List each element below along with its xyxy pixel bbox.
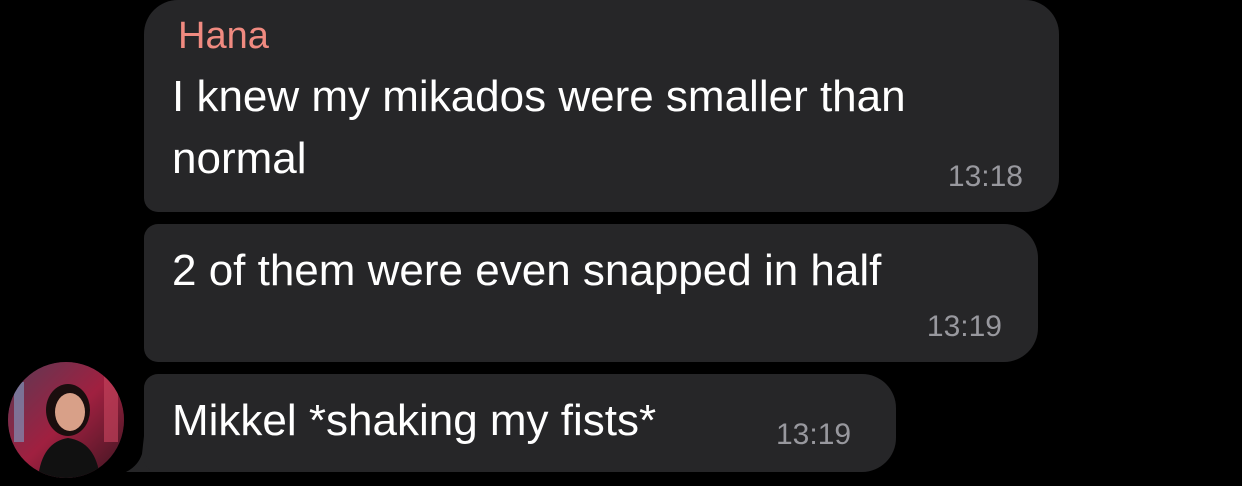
message-bubble-3[interactable]: Mikkel *shaking my fists* 13:19 xyxy=(144,374,896,472)
message-timestamp: 13:18 xyxy=(947,160,1023,193)
sender-name[interactable]: Hana xyxy=(178,14,269,58)
message-timestamp: 13:19 xyxy=(776,418,852,451)
bubble-tail xyxy=(126,436,156,472)
message-timestamp: 13:19 xyxy=(926,310,1002,343)
message-text: I knew my mikados were smaller than norm… xyxy=(172,72,906,183)
message-bubble-1[interactable]: Hana I knew my mikados were smaller than… xyxy=(144,0,1059,212)
avatar-icon xyxy=(8,362,124,478)
message-text: Mikkel *shaking my fists* xyxy=(172,396,657,445)
avatar[interactable] xyxy=(8,362,124,478)
message-bubble-2[interactable]: 2 of them were even snapped in half 13:1… xyxy=(144,224,1038,362)
message-text: 2 of them were even snapped in half xyxy=(172,246,882,295)
